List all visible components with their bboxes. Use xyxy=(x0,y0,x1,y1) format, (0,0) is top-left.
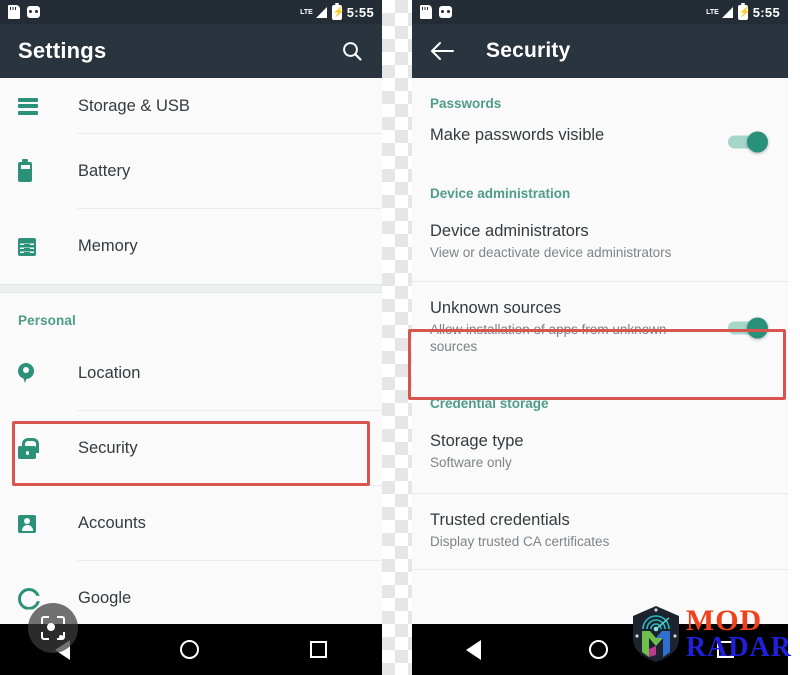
sidebar-item-security[interactable]: Security xyxy=(0,411,382,486)
right-navigation-bar xyxy=(412,624,788,675)
personal-settings-card: Personal Location Security Accounts Goog… xyxy=(0,293,382,636)
battery-charging-icon xyxy=(331,2,342,20)
sdcard-icon xyxy=(8,5,20,19)
setting-device-administrators[interactable]: Device administrators View or deactivate… xyxy=(412,207,788,282)
memory-icon xyxy=(18,237,36,256)
unknown-sources-toggle[interactable] xyxy=(726,317,772,339)
signal-icon xyxy=(721,6,733,18)
usb-icon xyxy=(27,6,40,18)
section-header-device-administration: Device administration xyxy=(430,185,571,201)
sidebar-item-battery[interactable]: Battery xyxy=(0,134,382,209)
recents-square-icon[interactable] xyxy=(716,641,734,658)
home-circle-icon[interactable] xyxy=(589,640,609,659)
setting-title: Device administrators xyxy=(430,221,589,240)
sidebar-item-storage-usb[interactable]: Storage & USB xyxy=(0,78,382,134)
sidebar-item-accounts[interactable]: Accounts xyxy=(0,486,382,561)
setting-subtitle: Display trusted CA certificates xyxy=(430,534,610,550)
setting-subtitle: View or deactivate device administrators xyxy=(430,245,672,261)
lock-icon xyxy=(18,438,39,459)
page-title: Security xyxy=(486,39,571,62)
storage-icon xyxy=(18,97,38,115)
security-scroll-content[interactable]: Passwords Make passwords visible Device … xyxy=(412,78,788,675)
settings-scroll-content[interactable]: Storage & USB Battery Memory Personal Lo… xyxy=(0,78,382,675)
back-triangle-icon[interactable] xyxy=(466,639,482,660)
battery-icon xyxy=(18,158,32,182)
usb-icon xyxy=(439,6,452,18)
setting-trusted-credentials[interactable]: Trusted credentials Display trusted CA c… xyxy=(412,494,788,571)
system-settings-card: Storage & USB Battery Memory xyxy=(0,78,382,284)
screenshot-root: LTE 5:55 Settings Storage & USB Battery … xyxy=(0,0,800,675)
back-arrow-icon[interactable] xyxy=(430,40,456,62)
recents-square-icon[interactable] xyxy=(309,641,327,658)
location-pin-icon xyxy=(18,362,34,385)
setting-title: Make passwords visible xyxy=(430,126,605,144)
battery-charging-icon xyxy=(737,2,748,20)
setting-storage-type[interactable]: Storage type Software only xyxy=(412,417,788,494)
sidebar-item-label: Security xyxy=(78,439,138,457)
sidebar-item-label: Accounts xyxy=(78,514,146,532)
lte-label: LTE xyxy=(300,8,313,16)
sidebar-item-memory[interactable]: Memory xyxy=(0,209,382,284)
sdcard-icon xyxy=(420,5,432,19)
search-icon[interactable] xyxy=(340,39,364,63)
setting-subtitle: Software only xyxy=(430,455,512,471)
settings-toolbar: Settings xyxy=(0,24,382,78)
section-header-personal: Personal xyxy=(18,313,76,328)
left-phone-panel: LTE 5:55 Settings Storage & USB Battery … xyxy=(0,0,382,675)
setting-title: Storage type xyxy=(430,431,524,450)
section-header-passwords: Passwords xyxy=(430,96,502,111)
lte-label: LTE xyxy=(706,8,719,16)
sidebar-item-label: Storage & USB xyxy=(78,96,190,115)
security-toolbar: Security xyxy=(412,24,788,78)
status-time: 5:55 xyxy=(752,4,780,20)
status-time: 5:55 xyxy=(346,4,374,20)
left-status-bar: LTE 5:55 xyxy=(0,0,382,24)
setting-unknown-sources[interactable]: Unknown sources Allow installation of ap… xyxy=(412,282,788,374)
page-title: Settings xyxy=(18,38,107,63)
make-passwords-visible-toggle[interactable] xyxy=(726,131,772,153)
home-circle-icon[interactable] xyxy=(180,640,200,659)
google-icon xyxy=(18,587,40,610)
setting-make-passwords-visible[interactable]: Make passwords visible xyxy=(412,117,788,168)
sidebar-item-label: Google xyxy=(78,589,132,607)
sidebar-item-label: Location xyxy=(78,364,141,382)
sidebar-item-label: Memory xyxy=(78,237,138,255)
google-lens-icon[interactable] xyxy=(28,603,78,653)
setting-title: Unknown sources xyxy=(430,298,562,317)
setting-subtitle: Allow installation of apps from unknown … xyxy=(430,322,667,355)
row-divider xyxy=(412,569,788,571)
signal-icon xyxy=(315,6,327,18)
transparency-checkerboard xyxy=(382,0,414,675)
setting-title: Trusted credentials xyxy=(430,510,570,529)
right-phone-panel: LTE 5:55 Security Passwords Make passwor… xyxy=(412,0,788,675)
section-header-credential-storage: Credential storage xyxy=(430,395,549,411)
sidebar-item-label: Battery xyxy=(78,162,131,180)
right-status-bar: LTE 5:55 xyxy=(412,0,788,24)
person-icon xyxy=(18,514,36,533)
section-separator xyxy=(0,284,382,293)
sidebar-item-location[interactable]: Location xyxy=(0,336,382,411)
